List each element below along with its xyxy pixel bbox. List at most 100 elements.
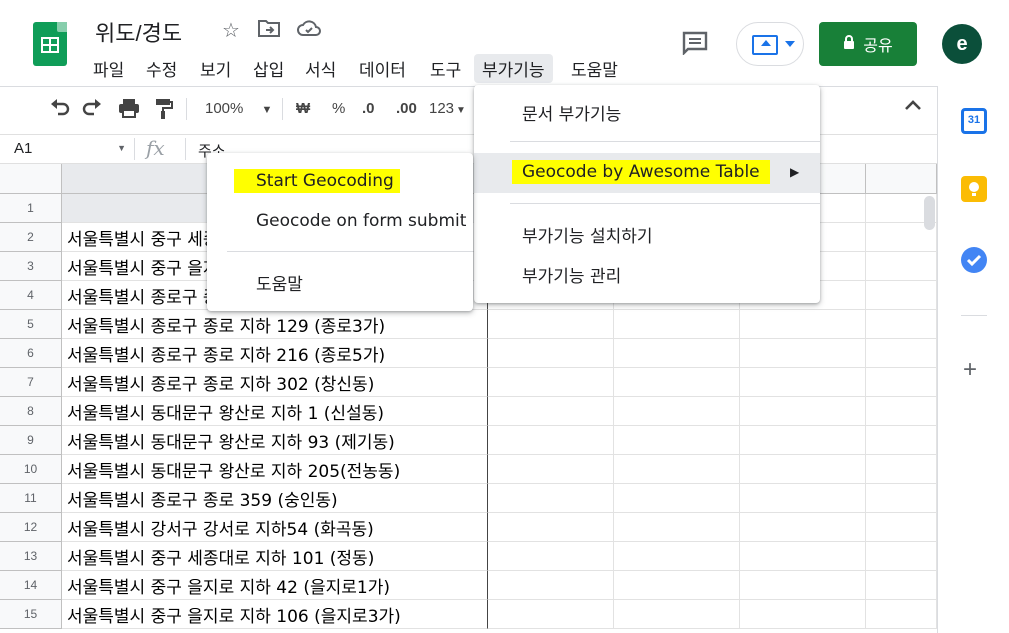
row-header[interactable]: 11 — [0, 484, 62, 513]
row-header[interactable]: 14 — [0, 571, 62, 600]
address-cell[interactable]: 서울특별시 종로구 종로 지하 302 (창신동) — [62, 368, 488, 397]
row-header[interactable]: 9 — [0, 426, 62, 455]
grid-cell[interactable] — [740, 368, 866, 397]
menu-item-manage-addons[interactable]: 부가기능 관리 — [522, 262, 621, 287]
grid-cell[interactable] — [866, 310, 937, 339]
menu-file[interactable]: 파일 — [85, 54, 132, 83]
menu-addons[interactable]: 부가기능 — [474, 54, 553, 83]
row-header[interactable]: 2 — [0, 223, 62, 252]
menu-item-geocode-by-awesome-table[interactable]: Geocode by Awesome Table — [512, 160, 770, 184]
grid-cell[interactable] — [740, 339, 866, 368]
grid-cell[interactable] — [614, 310, 740, 339]
address-cell[interactable]: 서울특별시 중구 세종대로 지하 101 (정동) — [62, 542, 488, 571]
grid-cell[interactable] — [866, 542, 937, 571]
share-button[interactable]: 공유 — [819, 22, 917, 66]
grid-cell[interactable] — [614, 484, 740, 513]
cloud-saved-icon[interactable] — [297, 19, 321, 43]
address-cell[interactable]: 서울특별시 동대문구 왕산로 지하 1 (신설동) — [62, 397, 488, 426]
grid-cell[interactable] — [488, 368, 614, 397]
vertical-scrollbar[interactable] — [924, 196, 935, 230]
menu-edit[interactable]: 수정 — [138, 54, 185, 83]
grid-cell[interactable] — [614, 513, 740, 542]
select-all-corner[interactable] — [0, 164, 62, 194]
star-icon[interactable]: ☆ — [222, 18, 240, 43]
comment-history-icon[interactable] — [682, 31, 708, 60]
grid-cell[interactable] — [740, 542, 866, 571]
grid-cell[interactable] — [614, 571, 740, 600]
column-header-e[interactable] — [866, 164, 937, 194]
grid-cell[interactable] — [866, 281, 937, 310]
address-cell[interactable]: 서울특별시 중구 을지로 지하 42 (을지로1가) — [62, 571, 488, 600]
document-title[interactable]: 위도/경도 — [95, 16, 182, 48]
grid-cell[interactable] — [488, 600, 614, 629]
name-box[interactable]: A1 ▼ — [14, 140, 126, 157]
collapse-toolbar-icon[interactable] — [904, 98, 922, 116]
present-button[interactable] — [736, 22, 804, 66]
menu-view[interactable]: 보기 — [192, 54, 239, 83]
menu-item-document-addons[interactable]: 문서 부가기능 — [522, 100, 621, 125]
grid-cell[interactable] — [740, 397, 866, 426]
grid-cell[interactable] — [740, 484, 866, 513]
grid-cell[interactable] — [866, 397, 937, 426]
row-header[interactable]: 3 — [0, 252, 62, 281]
decrease-decimal-button[interactable]: .0 — [362, 100, 375, 117]
grid-cell[interactable] — [740, 571, 866, 600]
grid-cell[interactable] — [866, 600, 937, 629]
grid-cell[interactable] — [614, 368, 740, 397]
more-formats-button[interactable]: 123 ▼ — [429, 100, 466, 117]
grid-cell[interactable] — [488, 571, 614, 600]
row-header[interactable]: 6 — [0, 339, 62, 368]
menu-insert[interactable]: 삽입 — [245, 54, 292, 83]
grid-cell[interactable] — [740, 513, 866, 542]
sheets-logo[interactable] — [33, 22, 67, 66]
address-cell[interactable]: 서울특별시 동대문구 왕산로 지하 205(전농동) — [62, 455, 488, 484]
address-cell[interactable]: 서울특별시 종로구 종로 지하 129 (종로3가) — [62, 310, 488, 339]
row-header[interactable]: 12 — [0, 513, 62, 542]
grid-cell[interactable] — [614, 397, 740, 426]
grid-cell[interactable] — [488, 455, 614, 484]
print-icon[interactable] — [118, 98, 140, 123]
grid-cell[interactable] — [866, 484, 937, 513]
grid-cell[interactable] — [488, 397, 614, 426]
keep-icon[interactable] — [961, 176, 987, 202]
grid-cell[interactable] — [614, 339, 740, 368]
row-header[interactable]: 8 — [0, 397, 62, 426]
address-cell[interactable]: 서울특별시 동대문구 왕산로 지하 93 (제기동) — [62, 426, 488, 455]
menu-item-install-addons[interactable]: 부가기능 설치하기 — [522, 222, 653, 247]
menu-format[interactable]: 서식 — [297, 54, 344, 83]
address-cell[interactable]: 서울특별시 강서구 강서로 지하54 (화곡동) — [62, 513, 488, 542]
row-header[interactable]: 1 — [0, 194, 62, 223]
address-cell[interactable]: 서울특별시 종로구 종로 지하 216 (종로5가) — [62, 339, 488, 368]
grid-cell[interactable] — [614, 542, 740, 571]
menu-tools[interactable]: 도구 — [422, 54, 469, 83]
grid-cell[interactable] — [740, 600, 866, 629]
row-header[interactable]: 4 — [0, 281, 62, 310]
grid-cell[interactable] — [866, 571, 937, 600]
add-addon-icon[interactable]: + — [963, 356, 977, 384]
row-header[interactable]: 15 — [0, 600, 62, 629]
grid-cell[interactable] — [740, 455, 866, 484]
row-header[interactable]: 13 — [0, 542, 62, 571]
calendar-icon[interactable]: 31 — [961, 108, 987, 134]
row-header[interactable]: 5 — [0, 310, 62, 339]
grid-cell[interactable] — [866, 339, 937, 368]
grid-cell[interactable] — [488, 426, 614, 455]
grid-cell[interactable] — [614, 426, 740, 455]
grid-cell[interactable] — [488, 513, 614, 542]
grid-cell[interactable] — [866, 426, 937, 455]
row-header[interactable]: 10 — [0, 455, 62, 484]
menu-help[interactable]: 도움말 — [563, 54, 626, 83]
grid-cell[interactable] — [488, 484, 614, 513]
currency-format-button[interactable]: ₩ — [296, 100, 310, 117]
grid-cell[interactable] — [740, 426, 866, 455]
grid-cell[interactable] — [866, 513, 937, 542]
account-avatar[interactable]: e — [942, 24, 982, 64]
grid-cell[interactable] — [614, 600, 740, 629]
grid-cell[interactable] — [488, 339, 614, 368]
menu-item-start-geocoding[interactable]: Start Geocoding — [234, 169, 400, 193]
row-header[interactable]: 7 — [0, 368, 62, 397]
menu-data[interactable]: 데이터 — [351, 54, 414, 83]
increase-decimal-button[interactable]: .00 — [396, 100, 417, 117]
grid-cell[interactable] — [740, 310, 866, 339]
paint-format-icon[interactable] — [154, 98, 174, 125]
